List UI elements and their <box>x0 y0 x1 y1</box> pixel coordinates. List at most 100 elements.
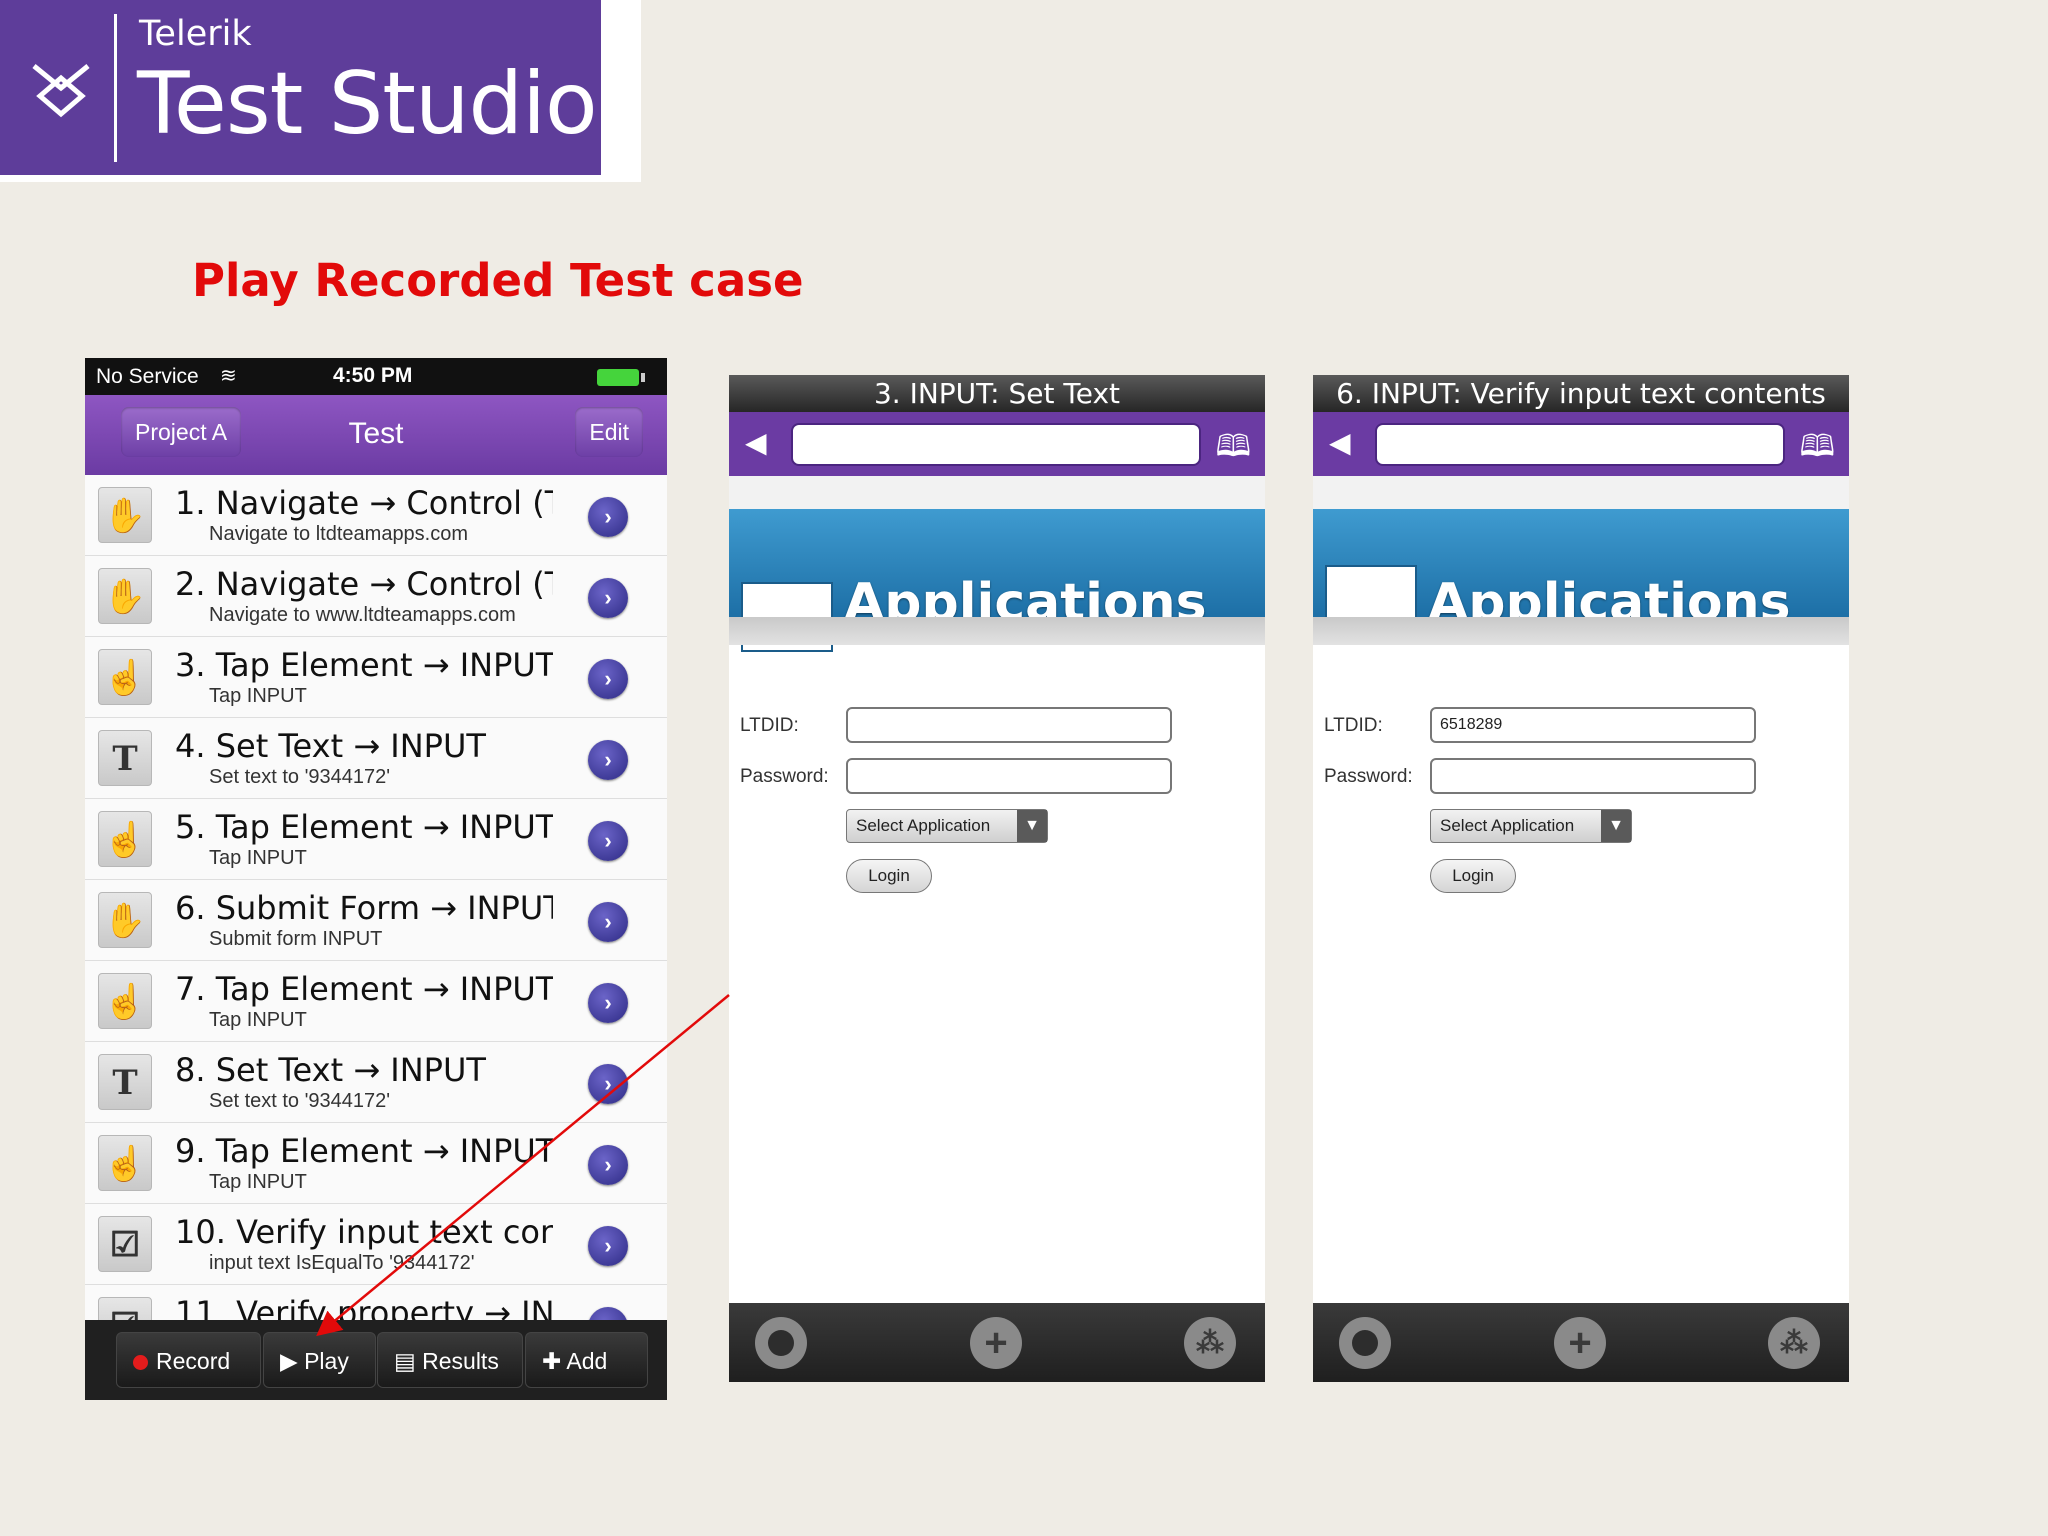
step-description: Set text to '9344172' <box>209 766 391 788</box>
chevron-right-icon[interactable]: › <box>588 1226 628 1266</box>
carrier-label: No Service <box>96 365 199 388</box>
url-bar: ◀ 🕮 <box>1313 412 1849 476</box>
step-title: 5. Tap Element → INPUT <box>175 808 553 846</box>
footprints-icon[interactable]: ⁂ <box>1184 1317 1236 1369</box>
ltdid-input[interactable]: 6518289 <box>1430 707 1756 743</box>
application-select[interactable]: Select Application ▼ <box>846 809 1048 843</box>
step-description: Tap INPUT <box>209 1009 307 1031</box>
url-bar: ◀ 🕮 <box>729 412 1265 476</box>
login-button[interactable]: Login <box>846 859 932 893</box>
test-step-row[interactable]: ✋ 6. Submit Form → INPUT Submit form INPUT… <box>85 880 667 961</box>
step-title: 9. Tap Element → INPUT <box>175 1132 553 1170</box>
play-label: Play <box>304 1348 349 1374</box>
step-title: 6. Submit Form → INPUT <box>175 889 553 927</box>
back-arrow-icon[interactable]: ◀ <box>745 426 767 459</box>
telerik-test-studio-logo: Telerik Test Studio <box>0 0 601 175</box>
dropdown-arrow-icon: ▼ <box>1601 810 1631 842</box>
record-button[interactable]: Record <box>116 1332 261 1388</box>
wifi-icon: ≋ <box>220 365 237 387</box>
tap-icon: ☝ <box>98 811 152 867</box>
chevron-right-icon[interactable]: › <box>588 821 628 861</box>
browser-toolbar: + ⁂ <box>1313 1303 1849 1382</box>
chevron-right-icon[interactable]: › <box>588 578 628 618</box>
results-label: Results <box>422 1348 499 1374</box>
record-label: Record <box>156 1348 231 1374</box>
tap-icon: ☝ <box>98 649 152 705</box>
test-step-row[interactable]: ☝ 9. Tap Element → INPUT Tap INPUT › <box>85 1123 667 1204</box>
password-label: Password: <box>1324 766 1413 787</box>
test-step-row[interactable]: ☝ 3. Tap Element → INPUT Tap INPUT › <box>85 637 667 718</box>
step-title: 2. Navigate → Control (Tag… <box>175 565 553 603</box>
ltdid-input[interactable] <box>846 707 1172 743</box>
chevron-right-icon[interactable]: › <box>588 1145 628 1185</box>
test-steps-phone: No Service ≋ 4:50 PM Project A Test Edit… <box>85 358 667 1400</box>
divider-stripe <box>1313 617 1849 645</box>
test-step-row[interactable]: ☝ 5. Tap Element → INPUT Tap INPUT › <box>85 799 667 880</box>
navigate-icon: ✋ <box>98 487 152 543</box>
step-title: 3. INPUT: Set Text <box>729 375 1265 412</box>
step-title: 10. Verify input text contents <box>175 1213 553 1251</box>
browser-toolbar: + ⁂ <box>729 1303 1265 1382</box>
chevron-right-icon[interactable]: › <box>588 497 628 537</box>
step-description: Set text to '9344172' <box>209 1090 391 1112</box>
play-button[interactable]: ▶ Play <box>263 1332 376 1388</box>
results-button[interactable]: ▤ Results <box>377 1332 523 1388</box>
record-circle-icon[interactable] <box>1339 1317 1391 1369</box>
password-label: Password: <box>740 766 829 787</box>
url-field[interactable] <box>791 423 1201 466</box>
record-circle-icon[interactable] <box>755 1317 807 1369</box>
dropdown-arrow-icon: ▼ <box>1017 810 1047 842</box>
status-time: 4:50 PM <box>333 364 413 387</box>
chevron-right-icon[interactable]: › <box>588 983 628 1023</box>
bookmarks-icon[interactable]: 🕮 <box>1800 424 1835 475</box>
test-step-row[interactable]: T 4. Set Text → INPUT Set text to '9344172… <box>85 718 667 799</box>
plus-icon: ✚ <box>542 1348 567 1374</box>
step-description: Tap INPUT <box>209 847 307 869</box>
login-button[interactable]: Login <box>1430 859 1516 893</box>
chevron-right-icon[interactable]: › <box>588 659 628 699</box>
bottom-toolbar: Record ▶ Play ▤ Results ✚ Add <box>85 1320 667 1400</box>
back-arrow-icon[interactable]: ◀ <box>1329 426 1351 459</box>
edit-button[interactable]: Edit <box>575 407 643 457</box>
logo-banner: Telerik Test Studio <box>0 0 641 182</box>
verify-text-phone: 6. INPUT: Verify input text contents ◀ 🕮… <box>1313 375 1849 1382</box>
status-bar: No Service ≋ 4:50 PM <box>85 358 667 395</box>
logo-product: Test Studio <box>137 54 598 154</box>
spacer <box>729 476 1265 509</box>
application-select[interactable]: Select Application ▼ <box>1430 809 1632 843</box>
clipboard-icon: ▤ <box>394 1348 423 1374</box>
divider-stripe <box>729 617 1265 645</box>
test-step-row[interactable]: T 8. Set Text → INPUT Set text to '9344172… <box>85 1042 667 1123</box>
test-step-row[interactable]: ☝ 7. Tap Element → INPUT Tap INPUT › <box>85 961 667 1042</box>
telerik-logo-icon <box>32 64 90 118</box>
set-text-phone: 3. INPUT: Set Text ◀ 🕮 Applications LTDI… <box>729 375 1265 1382</box>
navigate-icon: ✋ <box>98 568 152 624</box>
test-step-row[interactable]: ☑ 10. Verify input text contentsinput tex… <box>85 1204 667 1285</box>
add-button[interactable]: ✚ Add <box>525 1332 648 1388</box>
submit-icon: ✋ <box>98 892 152 948</box>
step-description: Tap INPUT <box>209 685 307 707</box>
nav-bar: Project A Test Edit <box>85 395 667 475</box>
password-input[interactable] <box>846 758 1172 794</box>
url-field[interactable] <box>1375 423 1785 466</box>
step-title: 3. Tap Element → INPUT <box>175 646 553 684</box>
spacer <box>1313 476 1849 509</box>
add-step-icon[interactable]: + <box>970 1317 1022 1369</box>
tap-icon: ☝ <box>98 1135 152 1191</box>
logo-divider <box>114 14 117 162</box>
ltdid-label: LTDID: <box>1324 715 1383 736</box>
add-step-icon[interactable]: + <box>1554 1317 1606 1369</box>
logo-brand: Telerik <box>139 14 252 54</box>
password-input[interactable] <box>1430 758 1756 794</box>
chevron-right-icon[interactable]: › <box>588 740 628 780</box>
step-description: Navigate to ltdteamapps.com <box>209 523 469 545</box>
step-title: 4. Set Text → INPUT <box>175 727 486 765</box>
add-label: Add <box>566 1348 608 1374</box>
chevron-right-icon[interactable]: › <box>588 1064 628 1104</box>
bookmarks-icon[interactable]: 🕮 <box>1216 424 1251 475</box>
test-step-row[interactable]: ✋ 2. Navigate → Control (Tag…Navigate to … <box>85 556 667 637</box>
footprints-icon[interactable]: ⁂ <box>1768 1317 1820 1369</box>
verify-icon: ☑ <box>98 1216 152 1272</box>
test-step-row[interactable]: ✋ 1. Navigate → Control (Tag…Navigate to … <box>85 475 667 556</box>
chevron-right-icon[interactable]: › <box>588 902 628 942</box>
